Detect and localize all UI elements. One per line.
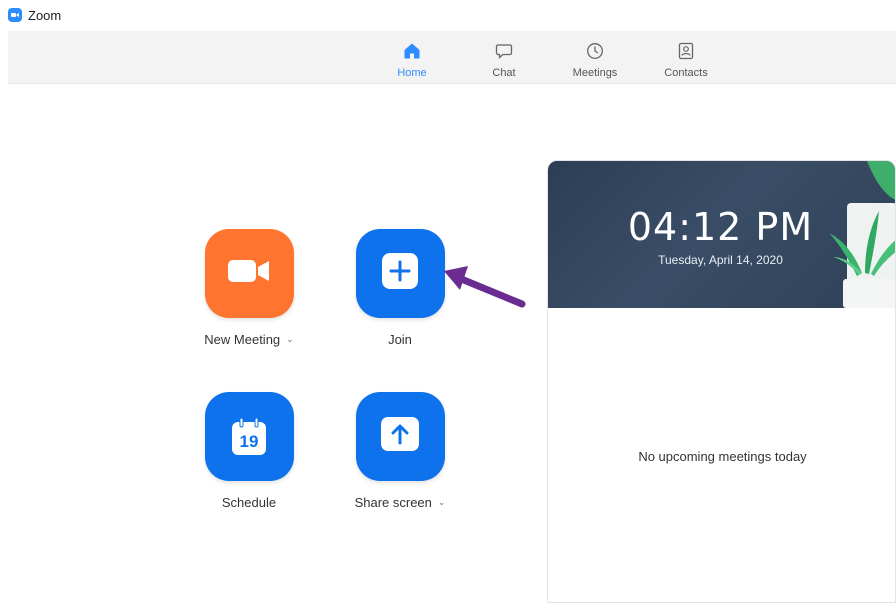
chevron-down-icon[interactable]: ⌄: [438, 497, 446, 508]
tab-contacts[interactable]: Contacts: [650, 31, 722, 84]
schedule-button[interactable]: 19: [204, 392, 294, 481]
new-meeting-label: New Meeting: [204, 332, 281, 347]
tab-chat[interactable]: Chat: [468, 31, 540, 84]
clock-date: Tuesday, April 14, 2020: [658, 253, 783, 267]
no-meetings-message: No upcoming meetings today: [638, 449, 807, 464]
purple-arrow-icon: [440, 262, 530, 317]
share-screen-label: Share screen: [354, 495, 432, 510]
tab-home-label: Home: [397, 67, 427, 79]
clock-time: 04:12 PM: [627, 205, 814, 249]
tab-home[interactable]: Home: [376, 31, 448, 84]
clock-icon: [585, 41, 605, 61]
contact-card-icon: [676, 41, 696, 61]
zoom-camera-icon: [8, 8, 22, 22]
home-icon: [402, 41, 422, 61]
calendar-icon: 19: [230, 417, 268, 457]
upload-arrow-icon: [380, 416, 420, 457]
share-screen-action: Share screen ⌄: [340, 392, 460, 510]
schedule-label-row: Schedule: [222, 495, 276, 510]
upcoming-meetings-panel: 04:12 PM Tuesday, April 14, 2020 No upco…: [547, 160, 896, 603]
tab-meetings-label: Meetings: [572, 67, 618, 79]
calendar-day: 19: [239, 431, 259, 451]
join-button[interactable]: [355, 229, 445, 318]
share-screen-button[interactable]: [355, 392, 445, 481]
share-screen-label-row[interactable]: Share screen ⌄: [355, 495, 446, 510]
chevron-down-icon[interactable]: ⌄: [286, 334, 294, 345]
plus-icon: [381, 252, 419, 295]
video-camera-icon: [226, 256, 272, 291]
app-title: Zoom: [28, 7, 62, 23]
tab-contacts-label: Contacts: [664, 67, 708, 79]
join-label-row: Join: [388, 332, 412, 347]
schedule-label: Schedule: [221, 495, 277, 510]
top-nav: Home Chat Meetings Contacts: [8, 31, 896, 84]
schedule-action: 19 Schedule: [189, 392, 309, 510]
new-meeting-label-row[interactable]: New Meeting ⌄: [204, 332, 293, 347]
chat-bubble-icon: [494, 41, 514, 61]
new-meeting-action: New Meeting ⌄: [189, 229, 309, 347]
new-meeting-button[interactable]: [204, 229, 294, 318]
join-label: Join: [388, 332, 412, 347]
tab-chat-label: Chat: [492, 67, 516, 79]
tab-meetings[interactable]: Meetings: [559, 31, 631, 84]
title-bar: Zoom: [0, 0, 896, 30]
clock-banner: 04:12 PM Tuesday, April 14, 2020: [548, 161, 895, 308]
